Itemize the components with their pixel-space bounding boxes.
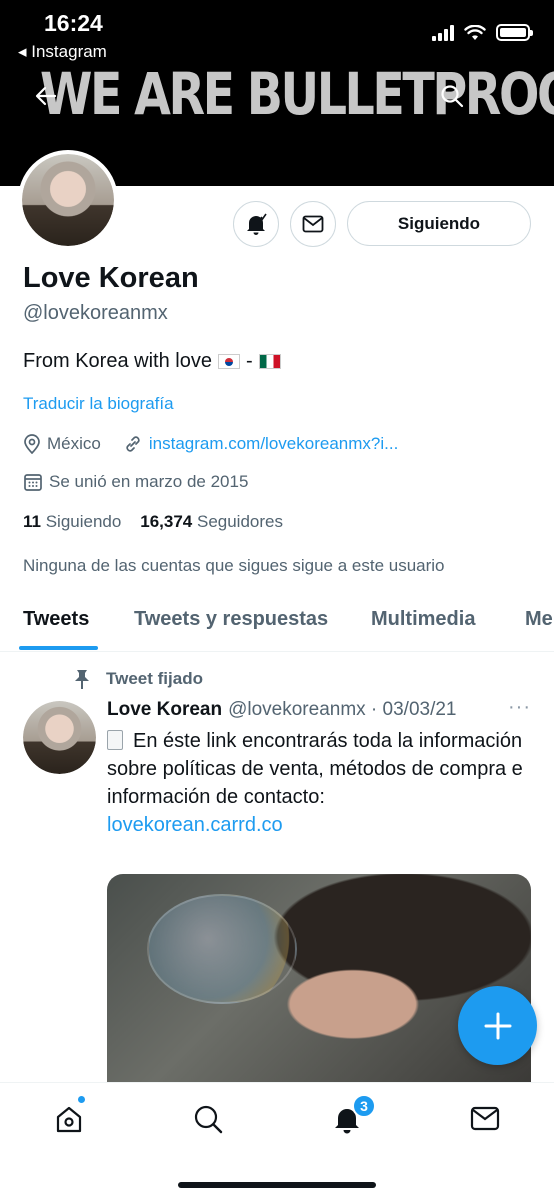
pin-icon xyxy=(75,670,89,689)
joined-text: Se unió en marzo de 2015 xyxy=(49,472,249,491)
home-new-dot xyxy=(77,1095,86,1104)
follow-counts: 11 Siguiendo 16,374 Seguidores xyxy=(23,512,283,532)
nav-explore[interactable] xyxy=(188,1099,228,1139)
following-count: 11 xyxy=(23,512,41,531)
active-tab-indicator xyxy=(19,646,98,650)
explore-search-icon xyxy=(194,1105,223,1134)
cellular-signal-icon xyxy=(432,24,454,41)
bubble-shape xyxy=(147,894,297,1004)
battery-icon xyxy=(496,24,533,41)
korea-flag-icon xyxy=(217,354,240,369)
back-to-instagram[interactable]: ◂ Instagram xyxy=(18,42,107,62)
more-options-icon[interactable]: ··· xyxy=(508,696,531,719)
calendar-icon xyxy=(24,474,42,491)
profile-avatar[interactable] xyxy=(18,150,118,250)
profile-tabs: Tweets Tweets y respuestas Multimedia Me xyxy=(0,598,554,652)
bio-text: From Korea with love xyxy=(23,350,212,372)
followers-you-know-note: Ninguna de las cuentas que sigues sigue … xyxy=(23,556,445,575)
profile-meta-row: México instagram.com/lovekoreanmx?i... xyxy=(23,434,398,454)
message-button[interactable] xyxy=(290,201,336,247)
translate-bio-link[interactable]: Traducir la biografía xyxy=(23,394,174,414)
location-icon xyxy=(24,434,40,454)
followers-label: Seguidores xyxy=(196,512,283,531)
search-icon[interactable] xyxy=(434,78,470,114)
compose-tweet-button[interactable] xyxy=(458,986,537,1065)
mail-icon xyxy=(302,215,324,233)
nav-home[interactable] xyxy=(49,1099,89,1139)
notifications-badge: 3 xyxy=(352,1094,376,1118)
profile-bio: From Korea with love - xyxy=(23,350,281,373)
tweet-header: Love Korean @lovekoreanmx · 03/03/21 xyxy=(107,699,457,721)
location-text: México xyxy=(47,434,101,453)
profile-handle: @lovekoreanmx xyxy=(23,302,168,324)
joined-row: Se unió en marzo de 2015 xyxy=(23,472,248,492)
tweet-avatar[interactable] xyxy=(23,701,96,774)
tweet-body: En éste link encontrarás toda la informa… xyxy=(107,727,527,839)
notification-bell-button[interactable] xyxy=(233,201,279,247)
home-icon xyxy=(56,1106,82,1133)
pinned-label: Tweet fijado xyxy=(72,668,203,690)
following-label: Siguiendo xyxy=(45,512,122,531)
link-icon xyxy=(126,436,140,452)
pinned-text: Tweet fijado xyxy=(106,669,203,688)
banner-text: WE ARE BULLETPROOF xyxy=(40,60,554,128)
tab-likes[interactable]: Me xyxy=(525,608,553,631)
following-button[interactable]: Siguiendo xyxy=(347,201,531,246)
tweet-media-image[interactable] xyxy=(107,874,531,1084)
messages-icon xyxy=(470,1106,500,1131)
tweet-author[interactable]: Love Korean xyxy=(107,699,222,721)
website-link[interactable]: instagram.com/lovekoreanmx?i... xyxy=(149,434,398,454)
notification-bell-icon xyxy=(247,213,267,235)
mexico-flag-icon xyxy=(258,354,281,369)
tab-media[interactable]: Multimedia xyxy=(371,608,475,631)
tweet-link[interactable]: lovekorean.carrd.co xyxy=(107,811,527,839)
followers-link[interactable]: 16,374 Seguidores xyxy=(140,512,283,531)
tweet-handle-date: @lovekoreanmx · 03/03/21 xyxy=(228,699,457,720)
nav-messages[interactable] xyxy=(465,1099,505,1139)
wifi-icon xyxy=(464,24,486,40)
profile-name: Love Korean xyxy=(23,262,199,294)
followers-count: 16,374 xyxy=(140,512,193,531)
bio-separator: - xyxy=(245,350,253,372)
tab-tweets-and-replies[interactable]: Tweets y respuestas xyxy=(134,608,328,631)
status-icons xyxy=(432,24,533,41)
following-link[interactable]: 11 Siguiendo xyxy=(23,512,121,531)
status-time: 16:24 xyxy=(44,10,103,36)
document-icon xyxy=(107,730,123,750)
tab-tweets[interactable]: Tweets xyxy=(23,608,89,631)
home-indicator xyxy=(178,1182,376,1188)
compose-plus-icon xyxy=(484,1012,511,1039)
back-arrow-icon[interactable] xyxy=(28,78,64,114)
tweet-text: En éste link encontrarás toda la informa… xyxy=(107,730,523,808)
